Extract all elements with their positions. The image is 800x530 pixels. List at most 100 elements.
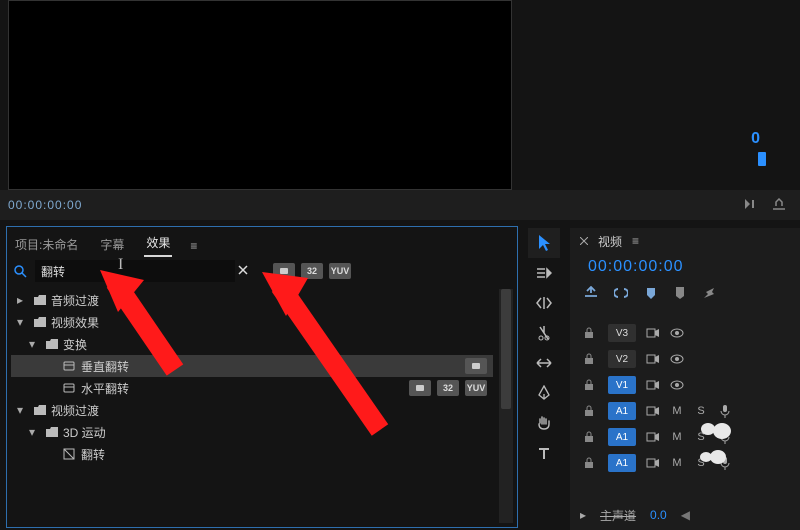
track-a3[interactable]: A1 M S <box>570 450 800 476</box>
eye-icon[interactable] <box>670 354 684 364</box>
track-label[interactable]: V2 <box>608 350 636 368</box>
lock-icon[interactable] <box>584 353 598 365</box>
track-select-tool[interactable] <box>528 258 560 288</box>
tree-label: 变换 <box>63 336 87 353</box>
voice-over-icon[interactable] <box>718 404 732 418</box>
tab-effects[interactable]: 效果 <box>144 230 172 257</box>
toggle-output-icon[interactable] <box>646 458 660 468</box>
viewer-timecode[interactable]: 00:00:00:00 <box>8 198 82 212</box>
solo-label[interactable]: S <box>694 457 708 469</box>
effect-preset-icon <box>63 360 77 372</box>
eye-icon[interactable] <box>670 328 684 338</box>
play-stop-button[interactable] <box>744 198 758 210</box>
ripple-edit-tool[interactable] <box>528 288 560 318</box>
razor-tool[interactable] <box>528 318 560 348</box>
voice-over-icon[interactable] <box>718 456 732 470</box>
timeline-footer: ▸ 主声道 0.0 ◀ <box>580 504 800 526</box>
mute-label[interactable]: M <box>670 457 684 469</box>
mute-label[interactable]: M <box>670 405 684 417</box>
export-frame-button[interactable] <box>772 198 786 210</box>
toggle-output-icon[interactable] <box>646 432 660 442</box>
voice-over-icon[interactable] <box>718 430 732 444</box>
folder-icon <box>33 404 47 416</box>
track-label[interactable]: V1 <box>608 376 636 394</box>
panel-menu-icon[interactable]: ≡ <box>190 239 197 257</box>
track-a1[interactable]: A1 M S <box>570 398 800 424</box>
32bit-filter[interactable]: 32 <box>301 263 323 279</box>
eye-icon[interactable] <box>670 380 684 390</box>
effects-panel: 项目:未命名 字幕 效果 ≡ 32 YUV ▸ 音频过渡 ▾ 视频效果 ▾ <box>6 226 518 528</box>
keyframe-prev-icon[interactable]: ◀ <box>681 508 690 522</box>
timeline-toolbar <box>570 280 800 306</box>
tree-label: 垂直翻转 <box>81 358 129 375</box>
folder-icon <box>33 316 47 328</box>
tab-project[interactable]: 项目:未命名 <box>13 232 80 257</box>
panel-menu-icon[interactable]: ≡ <box>632 234 639 248</box>
lock-icon[interactable] <box>584 457 598 469</box>
tree-folder-video-transitions[interactable]: ▾ 视频过渡 <box>11 399 493 421</box>
solo-label[interactable]: S <box>694 405 708 417</box>
mute-label[interactable]: M <box>670 431 684 443</box>
toggle-output-icon[interactable] <box>646 406 660 416</box>
settings-icon[interactable] <box>702 286 716 300</box>
linked-selection-icon[interactable] <box>614 286 628 300</box>
snap-icon[interactable] <box>584 286 598 300</box>
tree-effect-flip[interactable]: 翻转 <box>11 443 493 465</box>
add-marker-icon[interactable] <box>644 286 658 300</box>
timeline-timecode[interactable]: 00:00:00:00 <box>570 254 800 280</box>
track-label[interactable]: A1 <box>608 428 636 446</box>
panel-tabs: 项目:未命名 字幕 效果 ≡ <box>7 227 517 257</box>
toggle-output-icon[interactable] <box>646 380 660 390</box>
toggle-output-icon[interactable] <box>646 328 660 338</box>
effects-search-input[interactable] <box>35 260 235 282</box>
lock-icon[interactable] <box>584 379 598 391</box>
transition-preset-icon <box>63 448 77 460</box>
tab-subtitles[interactable]: 字幕 <box>98 232 126 257</box>
track-label[interactable]: A1 <box>608 454 636 472</box>
tree-effect-vertical-flip[interactable]: 垂直翻转 <box>11 355 493 377</box>
chevron-right-icon[interactable]: ▸ <box>580 508 586 522</box>
tree-label: 音频过渡 <box>51 292 99 309</box>
track-v1[interactable]: V1 <box>570 372 800 398</box>
lock-icon[interactable] <box>584 327 598 339</box>
effects-scrollbar[interactable] <box>499 289 513 523</box>
chevron-right-icon: ▸ <box>17 293 29 307</box>
selection-tool[interactable] <box>528 228 560 258</box>
track-v2[interactable]: V2 <box>570 346 800 372</box>
tool-palette <box>528 228 560 468</box>
tree-effect-horizontal-flip[interactable]: 水平翻转 32 YUV <box>11 377 493 399</box>
lock-icon[interactable] <box>584 405 598 417</box>
text-cursor-icon: I <box>118 256 123 274</box>
clear-search-icon[interactable] <box>237 264 251 278</box>
tree-folder-audio-transitions[interactable]: ▸ 音频过渡 <box>11 289 493 311</box>
viewer-controls-bar <box>0 190 800 220</box>
type-tool[interactable] <box>528 438 560 468</box>
track-v3[interactable]: V3 <box>570 320 800 346</box>
accelerated-effects-filter[interactable] <box>273 263 295 279</box>
tree-folder-video-effects[interactable]: ▾ 视频效果 <box>11 311 493 333</box>
timeline-title[interactable]: 视频 <box>598 233 622 250</box>
tree-folder-3d-motion[interactable]: ▾ 3D 运动 <box>11 421 493 443</box>
track-label[interactable]: A1 <box>608 402 636 420</box>
close-icon[interactable] <box>580 237 588 245</box>
tree-label: 翻转 <box>81 446 105 463</box>
yuv-filter[interactable]: YUV <box>329 263 351 279</box>
master-value[interactable]: 0.0 <box>650 508 667 522</box>
accelerated-badge <box>409 380 431 396</box>
out-point-marker[interactable] <box>758 152 766 166</box>
toggle-output-icon[interactable] <box>646 354 660 364</box>
master-track-label[interactable]: 主声道 <box>600 507 636 524</box>
track-label[interactable]: V3 <box>608 324 636 342</box>
solo-label[interactable]: S <box>694 431 708 443</box>
lock-icon[interactable] <box>584 431 598 443</box>
slip-tool[interactable] <box>528 348 560 378</box>
pen-tool[interactable] <box>528 378 560 408</box>
marker-icon[interactable] <box>674 286 686 300</box>
tree-folder-transform[interactable]: ▾ 变换 <box>11 333 493 355</box>
accelerated-badge <box>465 358 487 374</box>
32bit-badge: 32 <box>437 380 459 396</box>
track-a2[interactable]: A1 M S <box>570 424 800 450</box>
hand-tool[interactable] <box>528 408 560 438</box>
chevron-down-icon: ▾ <box>29 425 41 439</box>
tree-label: 视频过渡 <box>51 402 99 419</box>
